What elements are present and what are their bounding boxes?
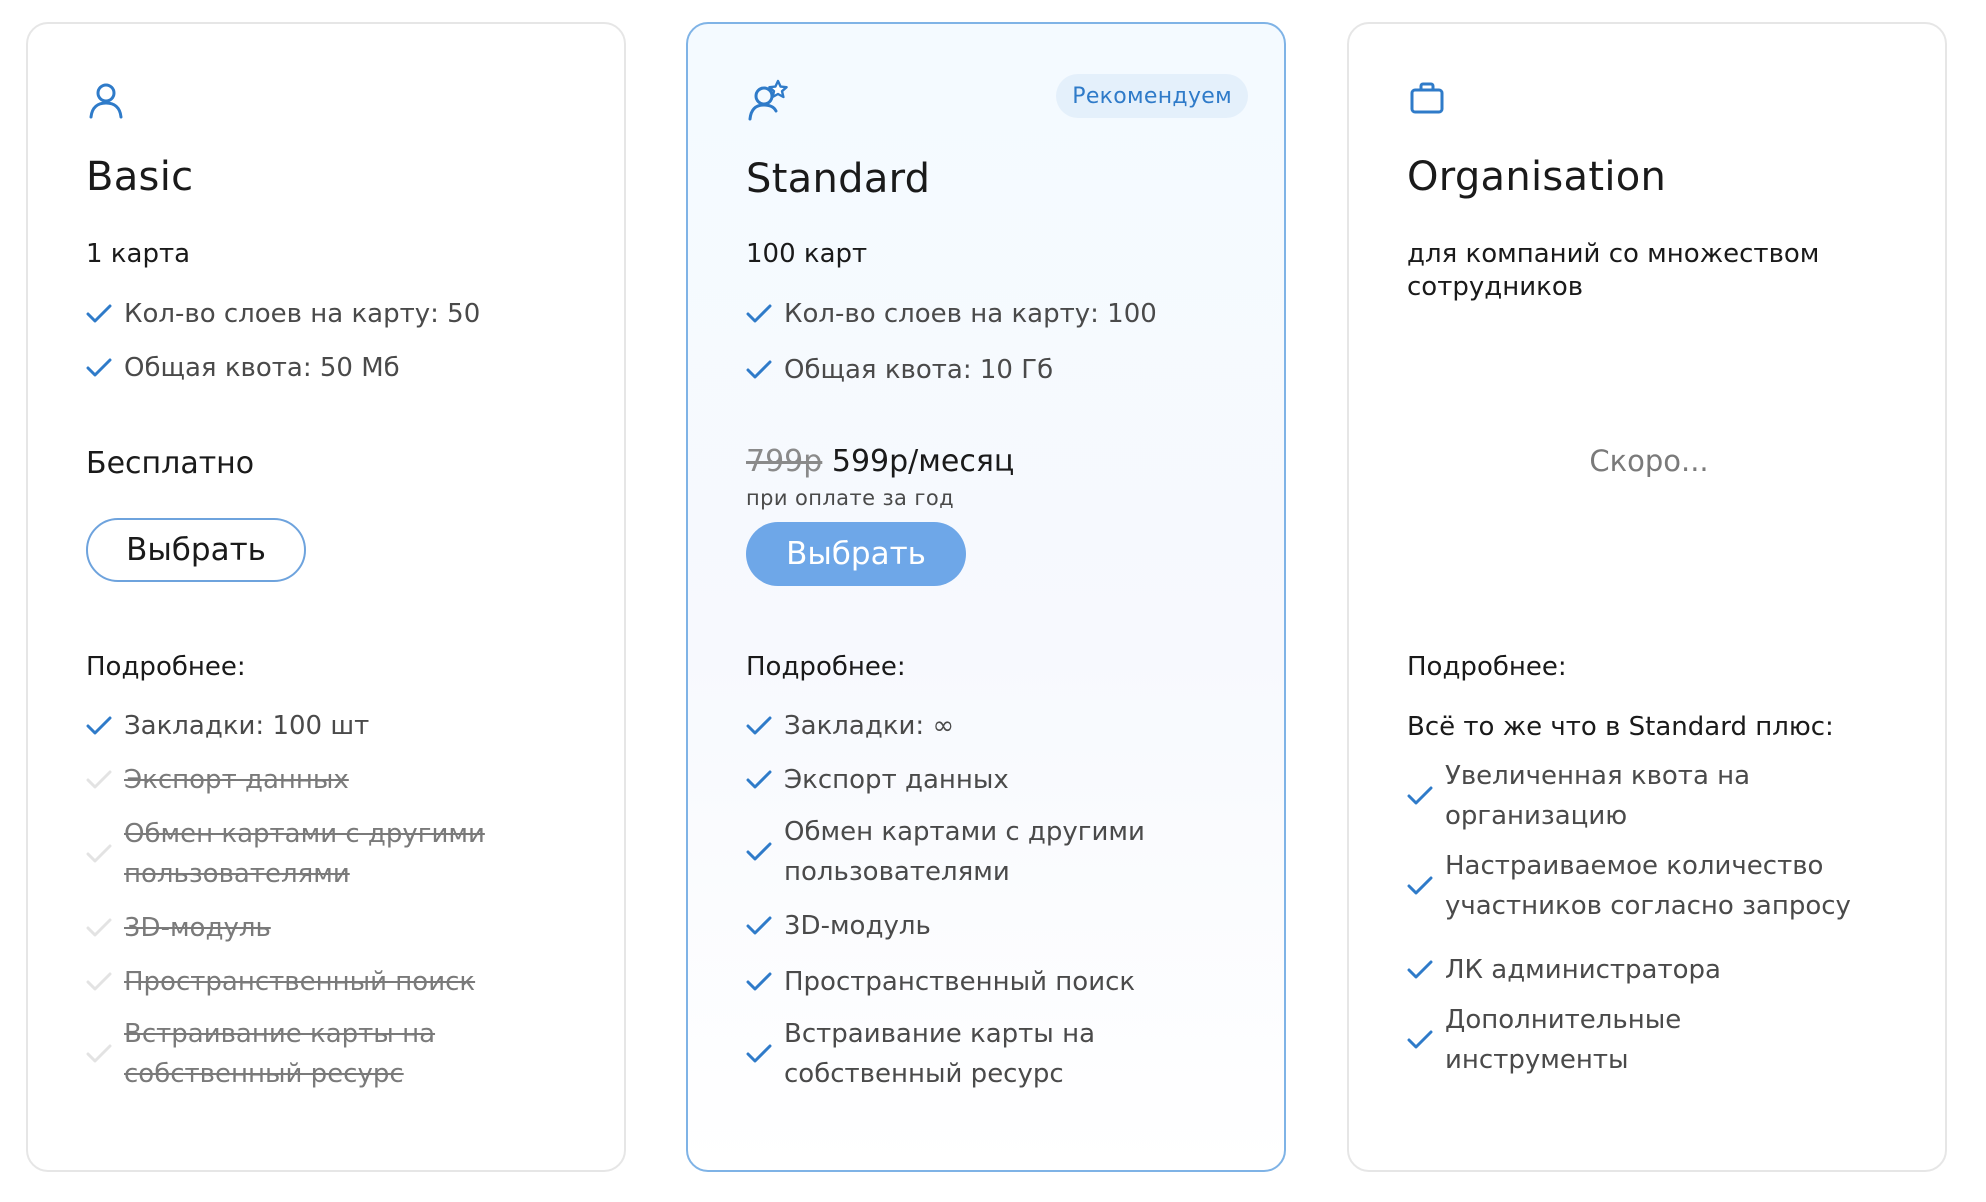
detail-label: Настраиваемое количество участников согл… <box>1445 851 1851 921</box>
detail-item: Увеличенная квота на организацию <box>1407 756 1865 836</box>
check-icon <box>86 358 124 378</box>
check-icon <box>746 1044 784 1064</box>
price-note: при оплате за год <box>746 486 954 510</box>
current-price: 599р/месяц <box>831 444 1015 479</box>
feature-item: Общая квота: 10 Гб <box>746 350 1053 390</box>
check-icon <box>1407 1030 1445 1050</box>
user-star-icon <box>746 78 790 122</box>
recommended-badge: Рекомендуем <box>1056 74 1248 118</box>
plan-title: Standard <box>746 156 931 202</box>
check-icon <box>1407 960 1445 980</box>
plan-price: 799р 599р/месяц <box>746 444 1014 479</box>
feature-label: Общая квота: 50 Мб <box>124 353 400 383</box>
detail-item: ЛК администратора <box>1407 950 1721 990</box>
feature-item: Общая квота: 50 Мб <box>86 348 400 388</box>
plan-card-organisation: Organisation для компаний со множеством … <box>1347 22 1947 1172</box>
details-label: Подробнее: <box>1407 652 1567 682</box>
check-icon <box>746 770 784 790</box>
plan-subtitle: для компаний со множеством сотрудников <box>1407 239 1820 302</box>
detail-item-unavailable: 3D-модуль <box>86 908 271 948</box>
detail-label: ЛК администратора <box>1445 955 1721 985</box>
check-icon <box>746 304 784 324</box>
check-icon <box>86 770 124 790</box>
detail-label: 3D-модуль <box>784 911 931 941</box>
detail-label: Обмен картами с другими пользователями <box>784 817 1145 887</box>
old-price: 799р <box>746 444 823 479</box>
details-label: Подробнее: <box>746 652 906 682</box>
select-plan-button[interactable]: Выбрать <box>746 522 966 586</box>
detail-label: Экспорт данных <box>784 765 1009 795</box>
check-icon <box>86 716 124 736</box>
detail-label: Встраивание карты на собственный ресурс <box>124 1019 436 1089</box>
feature-item: Кол-во слоев на карту: 50 <box>86 294 480 334</box>
plan-title: Basic <box>86 154 194 200</box>
plan-subtitle: 100 карт <box>746 239 868 269</box>
check-icon <box>746 916 784 936</box>
check-icon <box>86 972 124 992</box>
detail-item: Обмен картами с другими пользователями <box>746 812 1204 892</box>
details-lead: Всё то же что в Standard плюс: <box>1407 712 1834 742</box>
detail-item: Пространственный поиск <box>746 962 1135 1002</box>
detail-label: Обмен картами с другими пользователями <box>124 819 485 889</box>
detail-label: Дополнительные инструменты <box>1445 1005 1682 1075</box>
user-icon <box>86 80 126 120</box>
detail-item: Экспорт данных <box>746 760 1009 800</box>
detail-label: Встраивание карты на собственный ресурс <box>784 1019 1096 1089</box>
detail-item: Встраивание карты на собственный ресурс <box>746 1014 1204 1094</box>
detail-item-unavailable: Экспорт данных <box>86 760 349 800</box>
check-icon <box>746 716 784 736</box>
check-icon <box>86 304 124 324</box>
feature-label: Кол-во слоев на карту: 100 <box>784 299 1157 329</box>
detail-label: Экспорт данных <box>124 765 349 795</box>
details-label: Подробнее: <box>86 652 246 682</box>
detail-item: 3D-модуль <box>746 906 931 946</box>
detail-item: Дополнительные инструменты <box>1407 1000 1865 1080</box>
detail-label: 3D-модуль <box>124 913 271 943</box>
select-plan-button[interactable]: Выбрать <box>86 518 306 582</box>
detail-item-unavailable: Обмен картами с другими пользователями <box>86 814 544 894</box>
detail-item: Закладки: 100 шт <box>86 706 369 746</box>
feature-label: Кол-во слоев на карту: 50 <box>124 299 481 329</box>
check-icon <box>86 844 124 864</box>
detail-label: Увеличенная квота на организацию <box>1445 761 1751 831</box>
feature-label: Общая квота: 10 Гб <box>784 355 1054 385</box>
detail-item-unavailable: Встраивание карты на собственный ресурс <box>86 1014 544 1094</box>
briefcase-icon <box>1409 80 1445 116</box>
plan-subtitle: 1 карта <box>86 239 191 269</box>
plan-card-basic: Basic 1 карта Кол-во слоев на карту: 50 … <box>26 22 626 1172</box>
coming-soon-label: Скоро... <box>1589 444 1709 478</box>
plan-title: Organisation <box>1407 154 1667 200</box>
detail-item: Настраиваемое количество участников согл… <box>1407 846 1865 926</box>
check-icon <box>746 360 784 380</box>
check-icon <box>86 1044 124 1064</box>
plan-price: Бесплатно <box>86 446 255 481</box>
detail-item-unavailable: Пространственный поиск <box>86 962 475 1002</box>
feature-item: Кол-во слоев на карту: 100 <box>746 294 1157 334</box>
check-icon <box>86 918 124 938</box>
detail-label: Закладки: 100 шт <box>124 711 370 741</box>
detail-label: Пространственный поиск <box>784 967 1136 997</box>
detail-label: Закладки: ∞ <box>784 711 955 741</box>
plan-card-standard: Рекомендуем Standard 100 карт Кол-во сло… <box>686 22 1286 1172</box>
check-icon <box>1407 786 1445 806</box>
check-icon <box>746 842 784 862</box>
check-icon <box>1407 876 1445 896</box>
detail-item: Закладки: ∞ <box>746 706 954 746</box>
check-icon <box>746 972 784 992</box>
detail-label: Пространственный поиск <box>124 967 476 997</box>
